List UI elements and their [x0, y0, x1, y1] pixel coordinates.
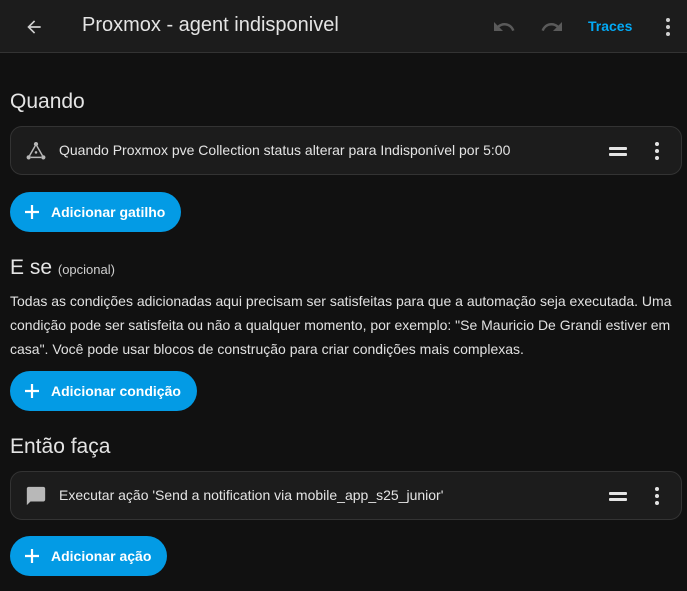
- plus-icon: [22, 202, 42, 222]
- add-condition-button[interactable]: Adicionar condição: [10, 371, 197, 411]
- top-app-bar: Proxmox - agent indisponivel Traces: [0, 0, 687, 53]
- arrow-left-icon: [27, 20, 41, 34]
- add-action-button[interactable]: Adicionar ação: [10, 536, 168, 576]
- dots-vertical-icon: [655, 142, 659, 160]
- undo-icon: [494, 22, 515, 31]
- add-condition-label: Adicionar condição: [51, 383, 181, 399]
- optional-label: (opcional): [57, 262, 115, 277]
- conditions-heading-text: E se: [10, 256, 53, 279]
- redo-icon: [541, 22, 562, 31]
- add-trigger-button[interactable]: Adicionar gatilho: [10, 192, 182, 232]
- trigger-row[interactable]: Quando Proxmox pve Collection status alt…: [10, 126, 682, 175]
- add-trigger-label: Adicionar gatilho: [51, 204, 166, 220]
- state-trigger-icon: [24, 139, 48, 163]
- overflow-menu-button[interactable]: [656, 13, 680, 41]
- message-icon: [24, 484, 48, 508]
- plus-icon: [22, 546, 42, 566]
- trigger-menu-button[interactable]: [647, 139, 667, 163]
- drag-handle-icon[interactable]: [607, 488, 629, 504]
- add-action-label: Adicionar ação: [51, 548, 152, 564]
- redo-button[interactable]: [538, 13, 566, 41]
- conditions-description: Todas as condições adicionadas aqui prec…: [10, 293, 672, 357]
- page-title: Proxmox - agent indisponivel: [82, 14, 339, 36]
- undo-button[interactable]: [490, 13, 518, 41]
- dots-vertical-icon: [655, 487, 659, 505]
- conditions-heading: E se (opcional): [10, 256, 115, 280]
- dots-vertical-icon: [666, 18, 670, 36]
- action-row[interactable]: Executar ação 'Send a notification via m…: [10, 471, 682, 520]
- action-description: Executar ação 'Send a notification via m…: [59, 487, 444, 503]
- traces-button[interactable]: Traces: [588, 18, 632, 34]
- trigger-description: Quando Proxmox pve Collection status alt…: [59, 142, 511, 158]
- actions-heading: Então faça: [10, 435, 111, 458]
- triggers-heading: Quando: [10, 90, 85, 113]
- plus-icon: [22, 381, 42, 401]
- back-button[interactable]: [18, 11, 50, 43]
- action-menu-button[interactable]: [647, 484, 667, 508]
- drag-handle-icon[interactable]: [607, 143, 629, 159]
